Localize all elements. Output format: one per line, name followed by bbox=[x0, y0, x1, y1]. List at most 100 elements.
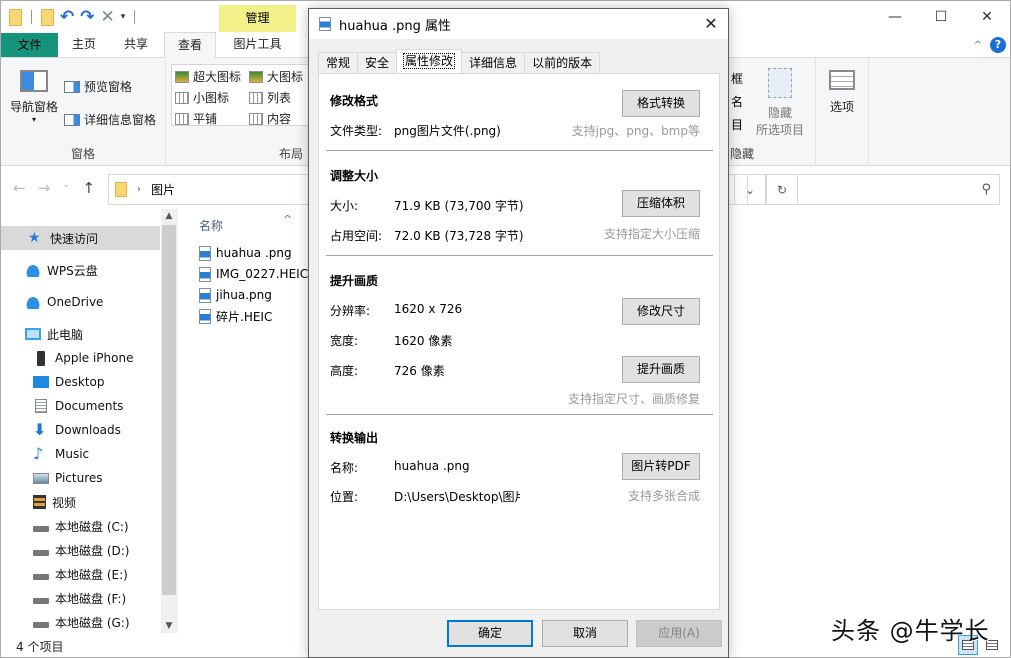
hide-selected-items-button[interactable]: 隐藏 所选项目 bbox=[748, 68, 812, 138]
nav-item-quick-access[interactable]: ★ 快速访问 bbox=[1, 226, 160, 250]
nav-item-wps-cloud[interactable]: WPS云盘 bbox=[1, 258, 160, 282]
nav-label: Apple iPhone bbox=[55, 351, 134, 365]
drive-icon bbox=[33, 598, 49, 604]
tab-share[interactable]: 共享 bbox=[110, 32, 162, 58]
layout-tiles[interactable]: 平铺 bbox=[175, 110, 217, 127]
height-value: 726 像素 bbox=[394, 364, 445, 378]
scroll-down-arrow[interactable]: ▼ bbox=[161, 621, 177, 631]
layout-label: 小图标 bbox=[193, 91, 230, 105]
nav-item-drive-d[interactable]: 本地磁盘 (D:) bbox=[1, 538, 160, 562]
nav-label: 此电脑 bbox=[47, 327, 84, 342]
search-input[interactable]: ⚲ bbox=[797, 174, 1000, 205]
nav-item-pictures[interactable]: Pictures bbox=[1, 466, 160, 490]
breadcrumb-pictures[interactable]: 图片 bbox=[151, 181, 175, 198]
recent-locations-button[interactable]: ⌄ bbox=[62, 179, 70, 197]
checkbox-label[interactable]: 目 bbox=[731, 114, 743, 137]
tab-view[interactable]: 查看 bbox=[164, 32, 216, 59]
file-item[interactable]: 碎片.HEIC bbox=[199, 306, 272, 326]
nav-label: OneDrive bbox=[47, 295, 104, 309]
refresh-button[interactable]: ↻ bbox=[766, 174, 798, 205]
tab-property-modify[interactable]: 属性修改 bbox=[396, 49, 463, 73]
nav-pane-scrollbar[interactable]: ▲ ▼ bbox=[161, 209, 177, 633]
preview-pane-button[interactable]: 预览窗格 bbox=[64, 78, 132, 95]
layout-small-icons[interactable]: 小图标 bbox=[175, 89, 229, 106]
breadcrumb-separator[interactable]: › bbox=[137, 184, 141, 195]
nav-item-drive-g[interactable]: 本地磁盘 (G:) bbox=[1, 610, 160, 634]
maximize-button[interactable]: ☐ bbox=[918, 1, 964, 32]
selected-items-label: 所选项目 bbox=[755, 123, 804, 137]
nav-item-downloads[interactable]: ⬇ Downloads bbox=[1, 418, 160, 442]
size-value: 71.9 KB (73,700 字节) bbox=[394, 199, 524, 213]
details-pane-button[interactable]: 详细信息窗格 bbox=[64, 111, 156, 128]
ok-button[interactable]: 确定 bbox=[447, 620, 533, 647]
nav-item-drive-f[interactable]: 本地磁盘 (F:) bbox=[1, 586, 160, 610]
divider bbox=[326, 255, 713, 256]
address-dropdown-button[interactable]: ⌄ bbox=[734, 174, 766, 205]
dialog-tabs: 常规 安全 属性修改 详细信息 以前的版本 bbox=[318, 49, 601, 73]
tab-previous-versions[interactable]: 以前的版本 bbox=[524, 52, 601, 73]
help-icon[interactable]: ? bbox=[990, 37, 1006, 53]
layout-content[interactable]: 内容 bbox=[249, 110, 291, 127]
scrollbar-thumb[interactable] bbox=[162, 225, 176, 595]
redo-icon[interactable]: ↷ bbox=[80, 8, 94, 26]
nav-item-music[interactable]: ♪ Music bbox=[1, 442, 160, 466]
navigation-pane-button[interactable]: 导航窗格 ▾ bbox=[7, 70, 61, 124]
image-to-pdf-button[interactable]: 图片转PDF bbox=[622, 453, 700, 480]
column-header-name[interactable]: 名称 ^ bbox=[199, 213, 292, 234]
apply-button[interactable]: 应用(A) bbox=[636, 620, 722, 647]
tab-home[interactable]: 主页 bbox=[58, 32, 110, 58]
nav-item-documents[interactable]: Documents bbox=[1, 394, 160, 418]
nav-item-videos[interactable]: 视频 bbox=[1, 490, 160, 514]
resize-hint: 支持指定大小压缩 bbox=[603, 227, 700, 241]
undo-icon[interactable]: ↶ bbox=[60, 8, 74, 26]
hide-document-icon bbox=[768, 68, 792, 98]
minimize-button[interactable]: — bbox=[872, 1, 918, 32]
collapse-ribbon-icon[interactable]: ^ bbox=[974, 40, 982, 51]
nav-item-this-pc[interactable]: 此电脑 bbox=[1, 322, 160, 346]
up-button[interactable]: ↑ bbox=[83, 179, 96, 197]
enhance-quality-button[interactable]: 提升画质 bbox=[622, 356, 700, 383]
nav-item-apple-iphone[interactable]: Apple iPhone bbox=[1, 346, 160, 370]
resize-dimensions-button[interactable]: 修改尺寸 bbox=[622, 298, 700, 325]
tab-file[interactable]: 文件 bbox=[1, 33, 58, 57]
file-list: 名称 ^ huahua .png IMG_0227.HEIC jihua.png… bbox=[177, 209, 317, 633]
new-folder-icon[interactable] bbox=[41, 8, 54, 26]
scroll-up-arrow[interactable]: ▲ bbox=[161, 211, 177, 221]
download-icon: ⬇ bbox=[33, 420, 47, 439]
back-button[interactable]: ← bbox=[13, 179, 26, 197]
sort-ascending-icon: ^ bbox=[283, 213, 293, 226]
forward-button[interactable]: → bbox=[38, 179, 51, 197]
music-icon: ♪ bbox=[33, 444, 44, 463]
close-window-button[interactable]: ✕ bbox=[964, 1, 1010, 32]
cancel-button[interactable]: 取消 bbox=[542, 620, 628, 647]
close-dialog-button[interactable]: ✕ bbox=[700, 13, 722, 35]
options-button[interactable]: 选项 bbox=[818, 70, 866, 115]
nav-item-desktop[interactable]: Desktop bbox=[1, 370, 160, 394]
file-item[interactable]: huahua .png bbox=[199, 243, 292, 263]
checkbox-label[interactable]: 名 bbox=[731, 91, 743, 114]
nav-item-drive-e[interactable]: 本地磁盘 (E:) bbox=[1, 562, 160, 586]
nav-item-onedrive[interactable]: OneDrive bbox=[1, 290, 160, 314]
file-item[interactable]: jihua.png bbox=[199, 285, 272, 305]
file-type-label: 文件类型: bbox=[330, 124, 383, 138]
nav-label: WPS云盘 bbox=[47, 263, 98, 278]
tab-details[interactable]: 详细信息 bbox=[461, 52, 526, 73]
drive-icon bbox=[33, 550, 49, 556]
file-item[interactable]: IMG_0227.HEIC bbox=[199, 264, 308, 284]
layout-list[interactable]: 列表 bbox=[249, 89, 291, 106]
nav-label: Music bbox=[55, 447, 90, 461]
dialog-title-bar: huahua .png 属性 ✕ bbox=[309, 9, 728, 39]
checkbox-label[interactable]: 框 bbox=[731, 68, 743, 91]
layout-large-icons[interactable]: 大图标 bbox=[249, 68, 303, 85]
format-convert-button[interactable]: 格式转换 bbox=[622, 90, 700, 117]
customize-qat-dropdown[interactable]: ▾ bbox=[121, 12, 126, 22]
tab-picture-tools[interactable]: 图片工具 bbox=[219, 32, 296, 58]
layout-extra-large-icons[interactable]: 超大图标 bbox=[175, 68, 241, 85]
layout-label: 大图标 bbox=[267, 70, 304, 84]
delete-icon[interactable]: ✕ bbox=[101, 7, 115, 27]
compress-button[interactable]: 压缩体积 bbox=[622, 190, 700, 217]
tab-general[interactable]: 常规 bbox=[318, 52, 359, 73]
tab-security[interactable]: 安全 bbox=[357, 52, 398, 73]
nav-item-drive-c[interactable]: 本地磁盘 (C:) bbox=[1, 514, 160, 538]
preview-pane-label: 预览窗格 bbox=[84, 80, 133, 94]
